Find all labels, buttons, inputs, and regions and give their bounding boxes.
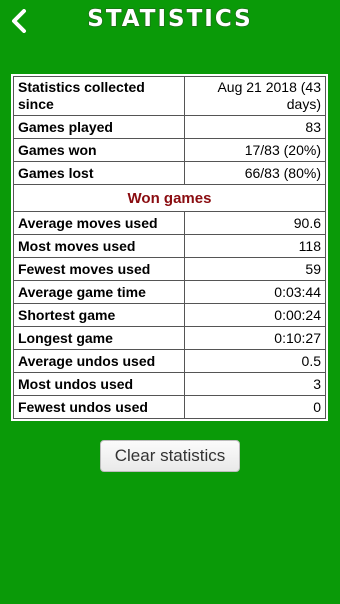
stat-value: 90.6 [184,211,326,235]
stat-label: Most moves used [13,234,185,258]
section-row: Won games [13,184,326,212]
table-row: Games played 83 [13,115,326,139]
stat-label: Games played [13,115,185,139]
stat-label: Average undos used [13,349,185,373]
stat-value: 59 [184,257,326,281]
table-row: Average moves used 90.6 [13,211,326,235]
stat-label: Average game time [13,280,185,304]
won-games-heading: Won games [13,184,326,212]
statistics-table: Statistics collected since Aug 21 2018 (… [13,76,326,419]
stat-label: Most undos used [13,372,185,396]
clear-statistics-button[interactable]: Clear statistics [100,440,240,472]
table-row: Statistics collected since Aug 21 2018 (… [13,76,326,116]
stat-value: 0.5 [184,349,326,373]
stat-label: Games won [13,138,185,162]
stat-label: Fewest moves used [13,257,185,281]
stat-label: Shortest game [13,303,185,327]
stat-label: Fewest undos used [13,395,185,419]
stat-value: 66/83 (80%) [184,161,326,185]
stat-value: 17/83 (20%) [184,138,326,162]
table-row: Average game time 0:03:44 [13,280,326,304]
stat-value: 3 [184,372,326,396]
table-row: Shortest game 0:00:24 [13,303,326,327]
stat-label: Longest game [13,326,185,350]
page-title: STATISTICS [87,5,253,33]
stat-value: 83 [184,115,326,139]
stat-label: Statistics collected since [13,76,185,116]
stat-value: Aug 21 2018 (43 days) [184,76,326,116]
stat-value: 0:10:27 [184,326,326,350]
stat-label: Games lost [13,161,185,185]
statistics-panel: Statistics collected since Aug 21 2018 (… [11,74,328,421]
table-row: Most moves used 118 [13,234,326,258]
table-row: Most undos used 3 [13,372,326,396]
table-row: Longest game 0:10:27 [13,326,326,350]
table-row: Fewest moves used 59 [13,257,326,281]
stat-value: 0 [184,395,326,419]
stat-value: 0:00:24 [184,303,326,327]
header: STATISTICS [0,0,340,40]
table-row: Fewest undos used 0 [13,395,326,419]
table-row: Average undos used 0.5 [13,349,326,373]
table-row: Games lost 66/83 (80%) [13,161,326,185]
stat-value: 118 [184,234,326,258]
stat-value: 0:03:44 [184,280,326,304]
stat-label: Average moves used [13,211,185,235]
table-row: Games won 17/83 (20%) [13,138,326,162]
